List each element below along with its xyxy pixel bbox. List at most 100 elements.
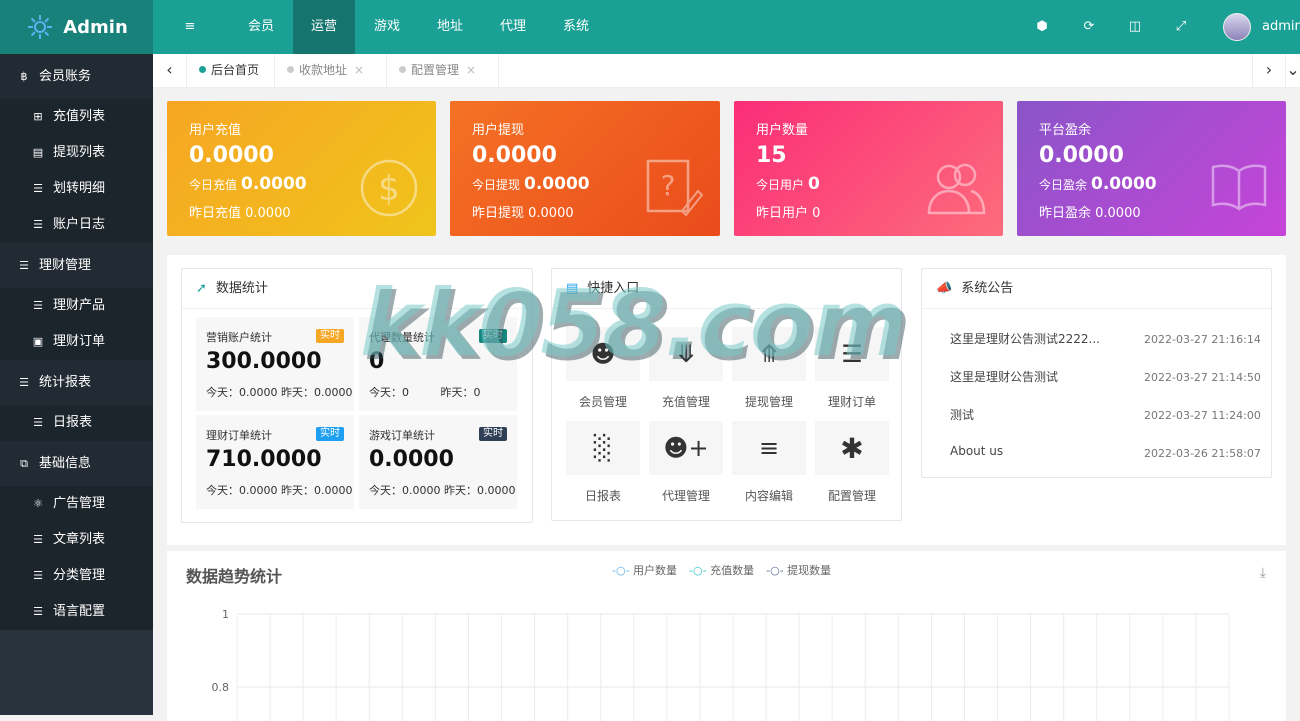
- sidebar-group-finance[interactable]: ฿会员账务: [0, 54, 153, 99]
- logo[interactable]: Admin: [0, 0, 153, 54]
- y-tick-label: 1: [222, 608, 229, 621]
- list-icon: ☰: [33, 605, 43, 618]
- notice-item[interactable]: About us 2022-03-26 21:58:07: [950, 444, 1261, 460]
- quick-wealth-orders[interactable]: ☰ 理财订单: [815, 327, 889, 410]
- tab-menu-chevron-icon[interactable]: ⌄: [1286, 54, 1300, 88]
- copy-icon: ⧉: [20, 457, 28, 470]
- svg-text:?: ?: [661, 169, 676, 202]
- list-icon: ☰: [33, 569, 43, 582]
- card-value: 0.0000: [472, 143, 557, 168]
- nav-address[interactable]: 地址: [420, 0, 480, 54]
- active-dot: [199, 66, 206, 73]
- realtime-badge: 实时: [316, 427, 344, 441]
- realtime-badge: 实时: [316, 329, 344, 343]
- sidebar-item-products[interactable]: ☰ 理财产品: [0, 288, 153, 324]
- tab-address[interactable]: 收款地址 ×: [275, 54, 387, 88]
- sidebar-item-recharge[interactable]: ⊞ 充值列表: [0, 99, 153, 135]
- gear-logo-icon: [28, 15, 53, 39]
- plus-square-icon: ⊞: [33, 110, 43, 123]
- card-title: 用户提现: [472, 123, 525, 138]
- bullhorn-icon: 📣: [936, 280, 953, 296]
- notice-item[interactable]: 这里是理财公告测试 2022-03-27 21:14:50: [950, 368, 1261, 385]
- card-withdraw: 用户提现 0.0000 今日提现 0.0000 昨日提现 0.0000 ?: [450, 101, 720, 236]
- card-value: 0.0000: [1039, 143, 1124, 168]
- sidebar-group-reports[interactable]: ☰ 统计报表: [0, 360, 153, 405]
- tab-home[interactable]: 后台首页: [187, 54, 275, 88]
- close-icon[interactable]: ×: [354, 63, 364, 77]
- nav-agent[interactable]: 代理: [483, 0, 543, 54]
- quick-withdraw[interactable]: ⤊ 提现管理: [732, 327, 806, 410]
- bitcoin-icon: ฿: [20, 70, 28, 83]
- fullscreen-icon[interactable]: ⤢: [1172, 18, 1190, 36]
- sidebar-item-language[interactable]: ☰ 语言配置: [0, 594, 153, 630]
- sidebar-item-articles[interactable]: ☰ 文章列表: [0, 522, 153, 558]
- list-icon: ☰: [33, 182, 43, 195]
- list-icon: ☰: [841, 340, 863, 368]
- tab-config[interactable]: 配置管理 ×: [387, 54, 499, 88]
- close-icon[interactable]: ×: [466, 63, 476, 77]
- quick-config[interactable]: ✱ 配置管理: [815, 421, 889, 504]
- card-recharge: 用户充值 0.0000 今日充值 0.0000 昨日充值 0.0000 $: [167, 101, 436, 236]
- card-title: 用户充值: [189, 123, 242, 138]
- quick-panel: ▤ 快捷入口 ☻ 会员管理 ⤋ 充值管理 ⤊ 提现管理 ☰ 理财订单 ░ 日报表 ☻+ 代理管…: [551, 268, 902, 521]
- nav-game[interactable]: 游戏: [357, 0, 417, 54]
- card-today: 今日提现 0.0000: [472, 174, 590, 194]
- svg-text:$: $: [378, 169, 400, 209]
- trash-icon[interactable]: ◫: [1126, 18, 1144, 36]
- quick-recharge[interactable]: ⤋ 充值管理: [649, 327, 723, 410]
- realtime-badge: 实时: [479, 427, 507, 441]
- card-surplus: 平台盈余 0.0000 今日盈余 0.0000 昨日盈余 0.0000: [1017, 101, 1286, 236]
- card-yesterday: 昨日提现 0.0000: [472, 206, 574, 221]
- stat-marketing: 营销账户统计 实时 300.0000 今天：0.0000 昨天：0.0000: [196, 317, 354, 411]
- menu-icon: ≡: [758, 434, 780, 462]
- nav-member[interactable]: 会员: [231, 0, 291, 54]
- tab-scroll-right-icon[interactable]: ›: [1252, 54, 1286, 88]
- notice-panel: 📣 系统公告 这里是理财公告测试2222... 2022-03-27 21:16:1…: [921, 268, 1272, 478]
- card-title: 用户数量: [756, 123, 809, 138]
- stat-agents: 代理数量统计 实时 0 今天：0 昨天：0: [359, 317, 517, 411]
- notice-item[interactable]: 这里是理财公告测试2222... 2022-03-27 21:16:14: [950, 330, 1261, 347]
- card-title: 平台盈余: [1039, 123, 1092, 138]
- sidebar-item-categories[interactable]: ☰ 分类管理: [0, 558, 153, 594]
- sidebar-item-orders[interactable]: ▣ 理财订单: [0, 324, 153, 360]
- quick-daily-report[interactable]: ░ 日报表: [566, 421, 640, 504]
- tab-bar: ‹ 后台首页 收款地址 × 配置管理 × › ⌄: [153, 54, 1300, 88]
- users-icon: [927, 163, 986, 215]
- avatar[interactable]: [1223, 13, 1251, 41]
- sidebar-group-basic[interactable]: ⧉ 基础信息: [0, 441, 153, 486]
- nav-operation[interactable]: 运营: [293, 0, 355, 54]
- stats-panel: ➚ 数据统计 营销账户统计 实时 300.0000 今天：0.0000 昨天：0.…: [181, 268, 533, 523]
- upload-circle-icon: ⤊: [758, 340, 780, 368]
- sidebar-group-wealth[interactable]: ☰ 理财管理: [0, 243, 153, 288]
- sidebar-item-daily-report[interactable]: ☰ 日报表: [0, 405, 153, 441]
- notice-item[interactable]: 测试 2022-03-27 11:24:00: [950, 406, 1261, 423]
- sidebar-item-withdraw[interactable]: ▤ 提现列表: [0, 135, 153, 171]
- tab-dot: [287, 66, 294, 73]
- user-icon: ☻: [590, 340, 616, 368]
- user-name[interactable]: admin: [1262, 0, 1300, 54]
- list-icon: ☰: [19, 259, 29, 272]
- stat-game-orders: 游戏订单统计 实时 0.0000 今天：0.0000 昨天：0.0000: [359, 415, 517, 509]
- quick-panel-header: ▤ 快捷入口: [552, 269, 901, 309]
- card-value: 15: [756, 143, 787, 168]
- card-today: 今日充值 0.0000: [189, 174, 307, 194]
- credit-card-icon: ▤: [566, 280, 579, 296]
- trend-grid: 10.8: [212, 608, 1230, 721]
- stats-panel-header: ➚ 数据统计: [182, 269, 532, 309]
- refresh-icon[interactable]: ⟳: [1080, 18, 1098, 36]
- card-yesterday: 昨日充值 0.0000: [189, 206, 291, 221]
- nav-system[interactable]: 系统: [546, 0, 606, 54]
- sidebar-item-account-log[interactable]: ☰ 账户日志: [0, 207, 153, 243]
- quick-content[interactable]: ≡ 内容编辑: [732, 421, 806, 504]
- tab-scroll-left-icon[interactable]: ‹: [153, 54, 187, 88]
- asterisk-icon: ✱: [840, 431, 864, 465]
- realtime-badge: 实时: [479, 329, 507, 343]
- sidebar-item-transfer[interactable]: ☰ 划转明细: [0, 171, 153, 207]
- cube-icon[interactable]: ⬢: [1033, 18, 1051, 36]
- list-icon: ☰: [33, 218, 43, 231]
- sidebar-item-ads[interactable]: ⚛ 广告管理: [0, 486, 153, 522]
- quick-agent[interactable]: ☻+ 代理管理: [649, 421, 723, 504]
- card-yesterday: 昨日用户 0: [756, 206, 821, 221]
- quick-member[interactable]: ☻ 会员管理: [566, 327, 640, 410]
- menu-toggle-icon[interactable]: ≡: [175, 0, 205, 54]
